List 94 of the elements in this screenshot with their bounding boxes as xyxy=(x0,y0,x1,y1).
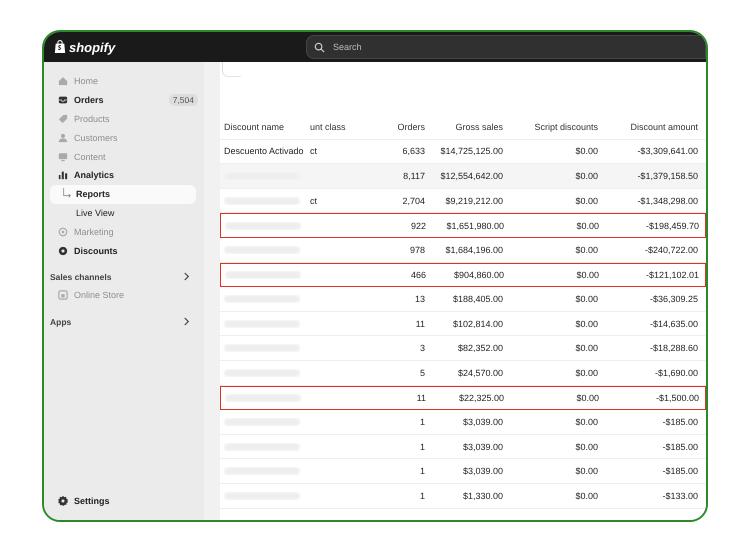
chevron-right-icon xyxy=(183,317,190,326)
settings-item[interactable]: Settings xyxy=(48,491,198,510)
table-cell-text: -$1,348,298.00 xyxy=(636,196,698,206)
table-cell-text: $0.00 xyxy=(574,196,598,206)
table-cell-text: -$240,722.00 xyxy=(644,244,698,255)
table-cell-text: $82,352.00 xyxy=(456,343,503,354)
table-cell-text: -$1,379,158.50 xyxy=(636,170,698,181)
table-cell-text: $0.00 xyxy=(574,368,598,378)
nav-item[interactable]: Analytics xyxy=(48,166,198,185)
table-cell-text: -$3,309,641.00 xyxy=(636,146,698,156)
table-cell-text: 11 xyxy=(414,318,425,329)
table-cell-text: 2,704 xyxy=(401,196,425,206)
table-cell-text: 3 xyxy=(418,343,425,354)
table-cell-text: -$121,102.01 xyxy=(644,270,699,280)
table-cell-text: $1,684,196.00 xyxy=(444,244,503,255)
table-cell-text: -$14,635.00 xyxy=(648,318,698,329)
table-cell-text: -$198,459.70 xyxy=(644,220,699,231)
table-cell-text: $0.00 xyxy=(574,343,598,354)
table-cell-text: $22,325.00 xyxy=(458,392,504,403)
table-cell-text: 1 xyxy=(418,442,425,452)
inbox-icon xyxy=(58,95,68,106)
table-cell-text: -$133.00 xyxy=(661,490,698,501)
table-cell-text: Descuento Activado xyxy=(223,146,305,156)
table-cell-text: $0.00 xyxy=(574,490,598,501)
table-cell-text: $0.00 xyxy=(574,146,598,156)
table-cell-text: 8,117 xyxy=(402,170,425,181)
column-header[interactable]: Discount amount xyxy=(598,122,698,132)
table-cell-text: $0.00 xyxy=(575,220,599,231)
monitor-icon xyxy=(58,152,68,162)
table-cell-text: $9,219,212.00 xyxy=(444,196,503,206)
table-cell-text: -$185.00 xyxy=(661,442,698,452)
table-cell-text: 5 xyxy=(418,368,425,378)
table-cell-text: -$1,500.00 xyxy=(654,392,699,403)
table-cell-text: -$18,288.60 xyxy=(648,343,698,354)
table-cell-text: -$185.00 xyxy=(661,416,698,427)
table-cell-text: 11 xyxy=(416,392,426,403)
section-header[interactable]: Sales channels xyxy=(48,260,198,286)
nav-item[interactable]: Orders 7,504 xyxy=(48,90,198,110)
column-header[interactable]: Orders xyxy=(370,122,425,132)
person-icon xyxy=(58,132,68,143)
column-header[interactable]: unt class xyxy=(310,122,370,132)
column-header[interactable]: Gross sales xyxy=(425,122,503,132)
table-cell-text: $3,039.00 xyxy=(462,416,503,427)
table-cell-text: $1,651,980.00 xyxy=(445,220,504,231)
shopping-bag-icon xyxy=(54,40,66,54)
table-cell-text: $102,814.00 xyxy=(452,318,503,329)
table-cell: ct xyxy=(310,146,318,156)
table-cell-text: $12,554,642.00 xyxy=(439,170,503,181)
table-cell-text: 13 xyxy=(414,294,425,304)
nav-subitem[interactable]: Reports xyxy=(50,184,196,204)
chevron-right-icon xyxy=(183,272,190,282)
nav-item[interactable]: Discounts xyxy=(48,241,198,260)
table-cell-text: $904,860.00 xyxy=(452,270,504,280)
logo-text: shopify xyxy=(69,40,116,54)
table-cell-text: $0.00 xyxy=(574,294,598,304)
table-cell-text: $0.00 xyxy=(575,270,599,280)
table-cell-text: 1 xyxy=(418,416,425,427)
storefront-icon xyxy=(58,290,68,300)
table-cell-text: $0.00 xyxy=(574,416,598,427)
count-badge: 7,504 xyxy=(168,94,198,106)
table-cell-text: 978 xyxy=(408,244,425,255)
bar-chart-icon xyxy=(58,170,68,180)
table-cell-text: $3,039.00 xyxy=(462,442,503,452)
table-cell-text: $0.00 xyxy=(574,466,598,476)
table-cell-text: $3,039.00 xyxy=(462,466,503,476)
search-field[interactable]: Search xyxy=(306,35,706,59)
column-header[interactable]: Discount name xyxy=(220,122,310,132)
branch-arrow-icon xyxy=(62,188,72,200)
table-cell-text: $0.00 xyxy=(574,170,598,181)
table-cell-text: $0.00 xyxy=(574,442,598,452)
target-icon xyxy=(58,226,68,237)
table-cell-text: 922 xyxy=(410,220,426,231)
home-icon xyxy=(58,76,68,86)
table-cell-text: $188,405.00 xyxy=(452,294,503,304)
table-cell-text: $0.00 xyxy=(574,244,598,255)
table-cell-text: $1,330.00 xyxy=(462,490,503,501)
table-cell-text: $0.00 xyxy=(574,318,598,329)
settings-icon xyxy=(58,496,68,506)
table-cell-text: -$185.00 xyxy=(661,466,698,476)
nav-subitem[interactable]: Live View xyxy=(50,204,196,222)
table-cell-text: 1 xyxy=(418,466,425,476)
tag-icon xyxy=(58,114,68,124)
table-cell-text: $24,570.00 xyxy=(456,368,503,378)
table-cell: ct xyxy=(310,196,318,206)
table-cell-text: 6,633 xyxy=(401,146,425,156)
table-cell-text: 466 xyxy=(410,270,426,280)
column-header[interactable]: Script discounts xyxy=(503,122,598,132)
table-cell-text: $14,725,125.00 xyxy=(439,146,503,156)
table-cell-text: -$36,309.25 xyxy=(648,294,698,304)
table-cell-text: 1 xyxy=(418,490,425,501)
card-edge xyxy=(222,62,241,77)
table-cell-text: -$1,690.00 xyxy=(654,368,698,378)
section-header[interactable]: Apps xyxy=(48,304,198,331)
table-cell-text: $0.00 xyxy=(575,392,599,403)
